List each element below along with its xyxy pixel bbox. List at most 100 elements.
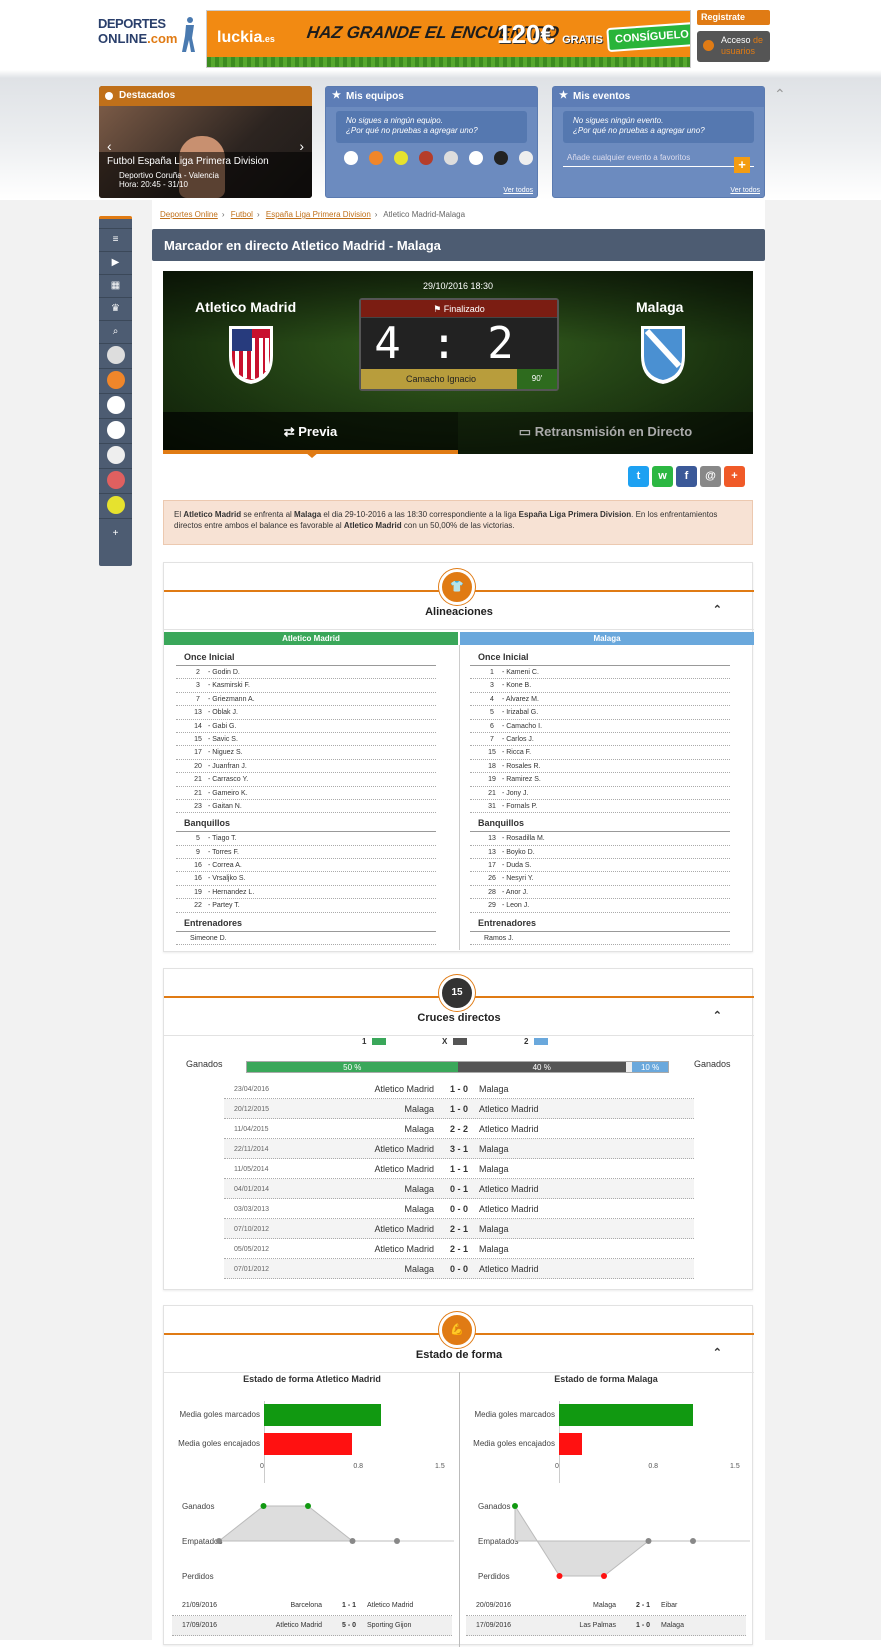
breadcrumb-sport[interactable]: Futbol xyxy=(231,210,253,219)
player-row[interactable]: 17 - Duda S. xyxy=(470,859,730,873)
scored-label: Media goles marcados xyxy=(474,1410,555,1419)
whatsapp-icon[interactable]: w xyxy=(652,466,673,487)
form-match-row[interactable]: 17/09/2016 Las Palmas 1 - 0 Malaga xyxy=(466,1616,746,1636)
coach-row[interactable]: Simeone D. xyxy=(176,932,436,946)
player-row[interactable]: 16 - Correa A. xyxy=(176,859,436,873)
player-row[interactable]: 7 - Griezmann A. xyxy=(176,693,436,707)
rugby-sport-icon[interactable] xyxy=(99,471,132,494)
player-row[interactable]: 26 - Nesyri Y. xyxy=(470,872,730,886)
away-team-name[interactable]: Malaga xyxy=(636,299,683,315)
player-row[interactable]: 20 - Juanfran J. xyxy=(176,760,436,774)
basketball-sport-icon[interactable] xyxy=(99,371,132,394)
player-row[interactable]: 14 - Gabi G. xyxy=(176,720,436,733)
player-row[interactable]: 21 - Gameiro K. xyxy=(176,787,436,800)
player-row[interactable]: 4 - Alvarez M. xyxy=(470,693,730,707)
away-crest-icon[interactable] xyxy=(639,326,687,384)
collapse-up-icon[interactable]: ⌃ xyxy=(774,86,786,103)
player-row[interactable]: 31 - Fornals P. xyxy=(470,800,730,814)
search-icon[interactable]: ⌕ xyxy=(99,321,132,344)
player-row[interactable]: 9 - Torres F. xyxy=(176,846,436,860)
register-button[interactable]: Registrate xyxy=(697,10,770,25)
player-row[interactable]: 21 - Jony J. xyxy=(470,787,730,800)
home-crest-icon[interactable] xyxy=(227,326,275,384)
football-icon[interactable] xyxy=(419,151,433,165)
h2h-row[interactable]: 07/01/2012 Malaga 0 - 0 Atletico Madrid xyxy=(224,1259,694,1279)
form-match-row[interactable]: 17/09/2016 Atletico Madrid 5 - 0 Sporting G… xyxy=(172,1616,452,1636)
player-row[interactable]: 5 - Irizabal G. xyxy=(470,706,730,720)
hockey-icon[interactable] xyxy=(444,151,458,165)
player-row[interactable]: 3 - Kasmirski F. xyxy=(176,679,436,693)
home-team-name[interactable]: Atletico Madrid xyxy=(195,299,296,315)
h2h-row[interactable]: 07/10/2012 Atletico Madrid 2 - 1 Malaga xyxy=(224,1219,694,1239)
volleyball-icon[interactable] xyxy=(519,151,533,165)
baseball-icon[interactable] xyxy=(469,151,483,165)
view-all-events-link[interactable]: Ver todos xyxy=(730,187,760,194)
player-row[interactable]: 6 - Camacho I. xyxy=(470,720,730,733)
player-row[interactable]: 13 - Rosadilla M. xyxy=(470,832,730,846)
form-match-row[interactable]: 20/09/2016 Malaga 2 - 1 Eibar xyxy=(466,1596,746,1616)
hockey-sport-icon[interactable] xyxy=(99,446,132,469)
view-all-teams-link[interactable]: Ver todos xyxy=(503,187,533,194)
player-row[interactable]: 5 - Tiago T. xyxy=(176,832,436,846)
player-row[interactable]: 23 - Gaitan N. xyxy=(176,800,436,814)
ad-banner[interactable]: luckia.es HAZ GRANDE EL ENCUENTRO 120€ G… xyxy=(206,10,691,68)
login-button[interactable]: Acceso de usuarios xyxy=(697,31,770,62)
player-row[interactable]: 3 - Kone B. xyxy=(470,679,730,693)
h2h-row[interactable]: 20/12/2015 Malaga 1 - 0 Atletico Madrid xyxy=(224,1099,694,1119)
form-match-row[interactable]: 21/09/2016 Barcelona 1 - 1 Atletico Madrid xyxy=(172,1596,452,1616)
h2h-row[interactable]: 11/05/2014 Atletico Madrid 1 - 1 Malaga xyxy=(224,1159,694,1179)
h2h-row[interactable]: 03/03/2013 Malaga 0 - 0 Atletico Madrid xyxy=(224,1199,694,1219)
add-event-button[interactable]: + xyxy=(734,157,750,173)
tennis-sport-icon[interactable] xyxy=(99,496,132,519)
collapse-icon[interactable]: ⌃ xyxy=(713,1009,722,1022)
play-icon[interactable]: ▶ xyxy=(99,252,132,275)
trophy-icon[interactable]: ♛ xyxy=(99,298,132,321)
player-row[interactable]: 22 - Partey T. xyxy=(176,899,436,913)
site-logo[interactable]: DEPORTES ONLINE.com xyxy=(98,16,196,60)
player-row[interactable]: 19 - Ramirez S. xyxy=(470,773,730,787)
basketball-icon[interactable] xyxy=(369,151,383,165)
player-row[interactable]: 15 - Ricca F. xyxy=(470,746,730,760)
menu-icon[interactable]: ≡ xyxy=(99,229,132,252)
player-row[interactable]: 16 - Vrsaljko S. xyxy=(176,872,436,886)
player-row[interactable]: 19 - Hernandez L. xyxy=(176,886,436,900)
soccer-icon[interactable] xyxy=(344,151,358,165)
soccer-sport-icon[interactable] xyxy=(99,421,132,444)
breadcrumb-home[interactable]: Deportes Online xyxy=(160,210,218,219)
player-row[interactable]: 29 - Leon J. xyxy=(470,899,730,913)
ad-cta-button[interactable]: CONSÍGUELO xyxy=(606,21,690,53)
puck-icon[interactable] xyxy=(494,151,508,165)
player-row[interactable]: 1 - Kameni C. xyxy=(470,666,730,680)
football-sport-icon[interactable] xyxy=(99,346,132,369)
h2h-row[interactable]: 05/05/2012 Atletico Madrid 2 - 1 Malaga xyxy=(224,1239,694,1259)
featured-headline[interactable]: Futbol España Liga Primera Division xyxy=(107,156,304,167)
tennis-icon[interactable] xyxy=(394,151,408,165)
collapse-icon[interactable]: ⌃ xyxy=(713,1346,722,1359)
player-row[interactable]: 18 - Rosales R. xyxy=(470,760,730,774)
more-sports-icon[interactable]: + xyxy=(99,519,132,549)
player-row[interactable]: 28 - Anor J. xyxy=(470,886,730,900)
player-row[interactable]: 15 - Savic S. xyxy=(176,733,436,747)
h2h-row[interactable]: 22/11/2014 Atletico Madrid 3 - 1 Malaga xyxy=(224,1139,694,1159)
more-share-icon[interactable]: + xyxy=(724,466,745,487)
calendar-icon[interactable]: ▦ xyxy=(99,275,132,298)
twitter-icon[interactable]: t xyxy=(628,466,649,487)
collapse-icon[interactable]: ⌃ xyxy=(713,603,722,616)
coach-row[interactable]: Ramos J. xyxy=(470,932,730,946)
h2h-row[interactable]: 11/04/2015 Malaga 2 - 2 Atletico Madrid xyxy=(224,1119,694,1139)
event-search-input[interactable]: Añade cualquier evento a favoritos xyxy=(563,149,754,167)
player-row[interactable]: 7 - Carlos J. xyxy=(470,733,730,747)
tab-preview[interactable]: ⇄ Previa xyxy=(163,412,458,454)
player-row[interactable]: 13 - Oblak J. xyxy=(176,706,436,720)
player-row[interactable]: 21 - Carrasco Y. xyxy=(176,773,436,787)
baseball-sport-icon[interactable] xyxy=(99,396,132,419)
player-row[interactable]: 17 - Niguez S. xyxy=(176,746,436,760)
h2h-row[interactable]: 04/01/2014 Malaga 0 - 1 Atletico Madrid xyxy=(224,1179,694,1199)
player-row[interactable]: 2 - Godin D. xyxy=(176,666,436,680)
tab-live[interactable]: ▭ Retransmisión en Directo xyxy=(458,412,753,454)
player-row[interactable]: 13 - Boyko D. xyxy=(470,846,730,860)
h2h-row[interactable]: 23/04/2016 Atletico Madrid 1 - 0 Malaga xyxy=(224,1079,694,1099)
breadcrumb-league[interactable]: España Liga Primera Division xyxy=(266,210,371,219)
facebook-icon[interactable]: f xyxy=(676,466,697,487)
email-icon[interactable]: @ xyxy=(700,466,721,487)
